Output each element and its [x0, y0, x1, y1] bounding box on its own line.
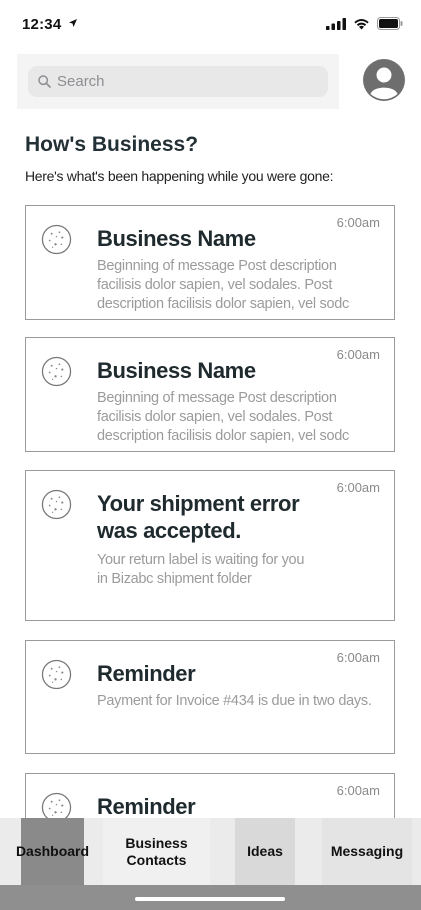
card-time: 6:00am [336, 783, 380, 798]
status-time: 12:34 [22, 16, 78, 33]
card-title: Business Name [97, 226, 256, 251]
wifi-icon [354, 18, 369, 29]
avatar[interactable] [363, 59, 405, 101]
page-subtitle: Here's what's been happening while you w… [25, 168, 334, 184]
cookie-icon [41, 659, 72, 690]
card-body: Your return label is waiting for you in … [97, 552, 305, 587]
page-title: How's Business? [25, 133, 199, 156]
card-title: Reminder [97, 661, 196, 686]
card-time: 6:00am [336, 650, 380, 665]
home-indicator[interactable] [135, 897, 285, 901]
tab-ideas[interactable]: Ideas [235, 818, 295, 885]
feed-card[interactable]: 6:00am Reminder Payment for Invoice #434… [25, 640, 395, 754]
card-time: 6:00am [336, 215, 380, 230]
feed-card[interactable]: 6:00am Business Name Beginning of messag… [25, 205, 395, 320]
tab-business-contacts[interactable]: Business Contacts [103, 818, 210, 885]
status-icons [326, 17, 403, 30]
card-body: Payment for Invoice #434 is due in two d… [97, 693, 372, 709]
card-time: 6:00am [336, 347, 380, 362]
feed-card[interactable]: 6:00am Business Name Beginning of messag… [25, 337, 395, 452]
status-bar: 12:34 [0, 0, 421, 50]
tab-messaging[interactable]: Messaging [322, 818, 412, 885]
card-title: Your shipment error was accepted. [97, 491, 300, 543]
search-bar-container: Search [17, 54, 339, 109]
home-indicator-area [0, 885, 421, 910]
search-placeholder: Search [57, 73, 105, 90]
card-body: Beginning of message Post description fa… [97, 258, 349, 312]
location-arrow-icon [68, 19, 77, 27]
tab-messaging-label: Messaging [330, 843, 404, 859]
card-time: 6:00am [336, 480, 380, 495]
tab-business-contacts-label: Business Contacts [125, 834, 188, 868]
search-input[interactable]: Search [28, 66, 328, 97]
search-icon [38, 75, 51, 88]
battery-icon [377, 17, 403, 30]
card-body: Beginning of message Post description fa… [97, 390, 349, 444]
cookie-icon [41, 489, 72, 520]
tab-dashboard-label: Dashboard [15, 843, 90, 859]
tab-ideas-label: Ideas [247, 843, 283, 859]
card-title: Reminder [97, 794, 196, 819]
cookie-icon [41, 224, 72, 255]
bottom-nav: Dashboard Business Contacts Ideas Messag… [0, 818, 421, 885]
cookie-icon [41, 356, 72, 387]
feed-card[interactable]: 6:00am Your shipment error was accepted.… [25, 470, 395, 621]
card-title: Business Name [97, 358, 256, 383]
tab-dashboard[interactable]: Dashboard [16, 818, 89, 885]
status-time-text: 12:34 [22, 16, 62, 33]
signal-icon [326, 17, 346, 30]
